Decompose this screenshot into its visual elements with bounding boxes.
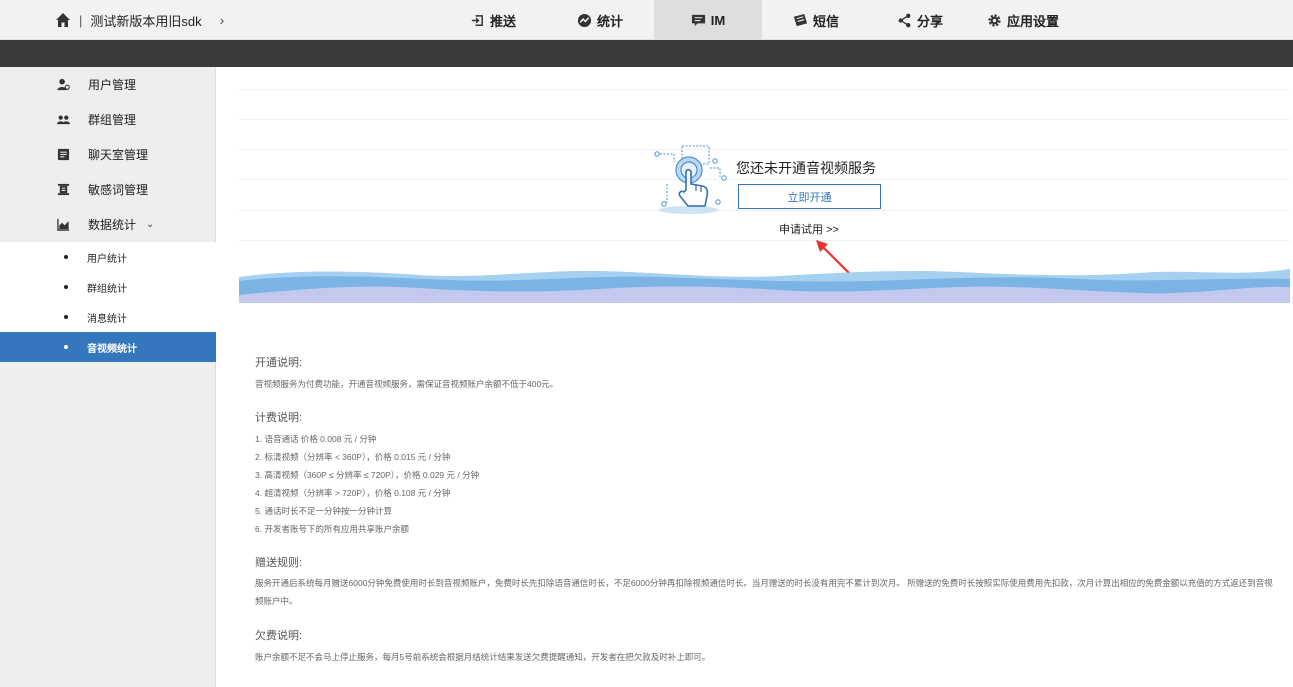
filter-icon — [57, 183, 70, 196]
bullet-icon — [64, 345, 68, 349]
nav-tab-push[interactable]: 推送 — [440, 0, 546, 40]
billing-list: 1. 语音通话 价格 0.008 元 / 分钟 2. 标清视频（分辨率 < 36… — [255, 430, 479, 538]
list-item: 2. 标清视频（分辨率 < 360P），价格 0.015 元 / 分钟 — [255, 452, 451, 462]
stats-icon — [57, 218, 70, 231]
sidebar-subitem-label: 消息统计 — [87, 313, 127, 325]
section-title-debt: 欠费说明: — [255, 630, 303, 642]
sidebar-submenu-data-stats: 用户统计 群组统计 消息统计 音视频统计 — [0, 242, 216, 362]
nav-tab-label: 统计 — [596, 13, 623, 29]
login-icon — [471, 14, 483, 26]
user-icon — [57, 78, 70, 91]
chevron-down-icon: ⌄ — [146, 219, 155, 230]
sidebar-item-label: 用户管理 — [88, 78, 137, 92]
section-title-billing: 计费说明: — [255, 412, 303, 424]
divider — [239, 240, 1290, 241]
list-item: 6. 开发者账号下的所有应用共享账户余额 — [255, 524, 409, 534]
sidebar-item-group-management[interactable]: 群组管理 — [0, 102, 216, 137]
sidebar-subitem-group-stats[interactable]: 群组统计 — [0, 272, 216, 302]
section-text-open: 音视频服务为付费功能，开通音视频服务，需保证音视频账户余额不低于400元。 — [255, 379, 559, 389]
divider — [239, 119, 1290, 120]
sidebar-subitem-message-stats[interactable]: 消息统计 — [0, 302, 216, 332]
section-text-gift: 服务开通后系统每月赠送6000分钟免费使用时长到音视频账户，免费时长先扣除语音通… — [255, 578, 1273, 606]
main-nav: 推送 统计 IM 短信 分享 应用设置 — [440, 0, 1076, 40]
open-service-button[interactable]: 立即开通 — [738, 184, 881, 209]
nav-tab-share[interactable]: 分享 — [870, 0, 970, 40]
apply-trial-link[interactable]: 申请试用 >> — [779, 221, 839, 237]
divider — [239, 210, 1290, 211]
bullet-icon — [64, 285, 68, 289]
breadcrumb-separator: | — [79, 12, 83, 28]
chart-icon — [577, 13, 592, 27]
sidebar-subitem-av-stats[interactable]: 音视频统计 — [0, 332, 216, 362]
bullet-icon — [64, 255, 68, 259]
sidebar-item-chatroom-management[interactable]: 聊天室管理 — [0, 137, 216, 172]
nav-tab-label: 短信 — [812, 13, 839, 29]
list-item: 3. 高清视频（360P ≤ 分辨率 ≤ 720P），价格 0.029 元 / … — [255, 470, 480, 480]
sidebar: 用户管理 群组管理 聊天室管理 敏感词管理 数据统计 ⌄ 用户统计 群组统计 消… — [0, 67, 216, 687]
sidebar-item-label: 敏感词管理 — [88, 183, 149, 197]
sidebar-item-data-stats[interactable]: 数据统计 ⌄ — [0, 207, 216, 242]
home-icon[interactable] — [55, 12, 71, 28]
sidebar-item-label: 数据统计 — [88, 218, 137, 232]
list-item: 4. 超清视频（分辨率 > 720P），价格 0.108 元 / 分钟 — [255, 488, 451, 498]
sidebar-item-sensitive-words[interactable]: 敏感词管理 — [0, 172, 216, 207]
sidebar-subitem-label: 用户统计 — [87, 253, 127, 265]
bullet-icon — [64, 315, 68, 319]
list-item: 5. 通话时长不足一分钟按一分钟计算 — [255, 506, 392, 516]
app-switch-chevron-icon[interactable]: › — [220, 12, 225, 28]
share-icon — [898, 13, 911, 27]
app-name[interactable]: 测试新版本用旧sdk — [90, 11, 201, 30]
sidebar-subitem-user-stats[interactable]: 用户统计 — [0, 242, 216, 272]
sidebar-item-label: 聊天室管理 — [88, 148, 149, 162]
promo-title: 您还未开通音视频服务 — [736, 160, 876, 176]
wave-decoration — [239, 269, 1290, 303]
divider — [239, 89, 1290, 90]
divider — [239, 149, 1290, 150]
nav-tab-label: IM — [710, 12, 726, 28]
header-divider-bar — [0, 40, 1293, 67]
list-item: 1. 语音通话 价格 0.008 元 / 分钟 — [255, 434, 377, 444]
group-icon — [57, 115, 70, 125]
app-breadcrumb: | 测试新版本用旧sdk › — [55, 0, 224, 40]
gear-icon — [988, 13, 1001, 27]
nav-tab-im[interactable]: IM — [654, 0, 762, 40]
nav-tab-stats[interactable]: 统计 — [546, 0, 654, 40]
nav-tab-sms[interactable]: 短信 — [762, 0, 870, 40]
sidebar-subitem-label: 群组统计 — [87, 283, 127, 295]
chat-icon — [691, 14, 705, 26]
chatroom-icon — [57, 148, 70, 161]
section-title-gift: 赠送规则: — [255, 557, 303, 569]
nav-tab-label: 应用设置 — [1006, 13, 1059, 29]
sidebar-item-user-management[interactable]: 用户管理 — [0, 67, 216, 102]
nav-tab-label: 推送 — [489, 13, 516, 29]
section-title-open: 开通说明: — [255, 357, 303, 369]
sms-icon — [793, 13, 808, 26]
section-text-debt: 账户余额不足不会马上停止服务，每月5号前系统会根据月结统计结果发送欠费提醒通知，… — [255, 652, 711, 662]
touch-service-illustration — [654, 145, 727, 214]
sidebar-subitem-label: 音视频统计 — [87, 343, 137, 355]
main-content: 您还未开通音视频服务 立即开通 申请试用 >> 开通说明: 音视频服务为付费功能… — [217, 67, 1293, 687]
divider — [239, 179, 1290, 180]
sidebar-item-label: 群组管理 — [88, 113, 137, 127]
top-navbar: | 测试新版本用旧sdk › 推送 统计 IM 短信 分享 应用设置 — [0, 0, 1293, 40]
nav-tab-app-settings[interactable]: 应用设置 — [970, 0, 1076, 40]
nav-tab-label: 分享 — [916, 13, 943, 29]
